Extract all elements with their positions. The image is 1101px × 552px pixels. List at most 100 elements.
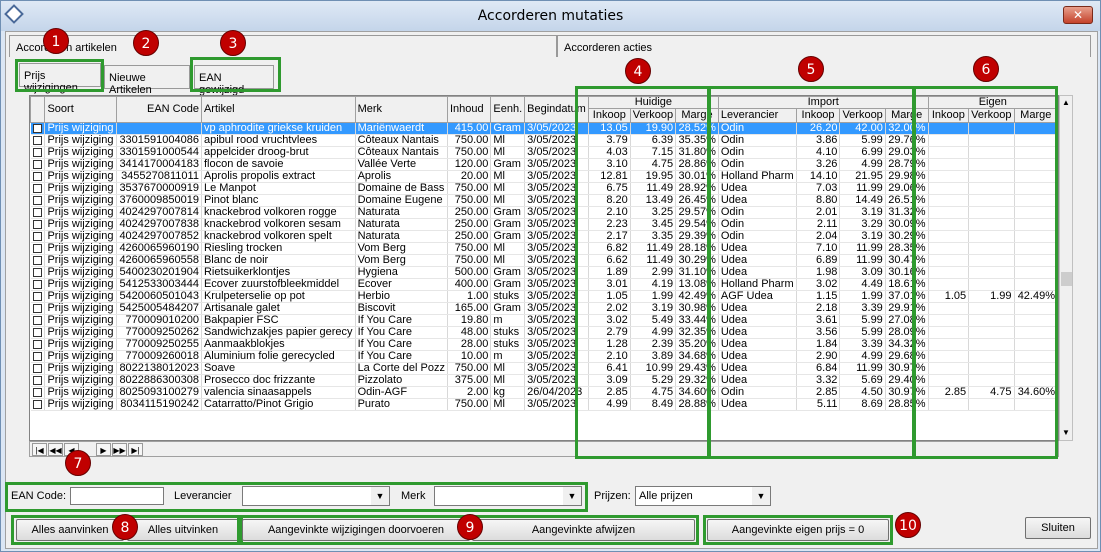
checkbox[interactable] <box>32 291 42 301</box>
highlight-box-5 <box>708 86 915 459</box>
table-cell: 1.00 <box>447 290 492 303</box>
badge-6: 6 <box>973 56 999 82</box>
col-artikel[interactable]: Artikel <box>200 96 356 123</box>
scroll-up-icon[interactable]: ▲ <box>1062 98 1070 107</box>
afwijzen-button[interactable]: Aangevinkte afwijzen <box>472 519 695 541</box>
col-eenheid[interactable]: Eenh. <box>490 96 526 123</box>
checkbox[interactable] <box>32 123 42 133</box>
row-checkbox[interactable] <box>30 278 46 291</box>
row-checkbox[interactable] <box>30 218 46 231</box>
table-cell: 20.00 <box>447 170 492 183</box>
tab-label: Accorderen acties <box>564 42 653 54</box>
row-checkbox[interactable] <box>30 242 46 255</box>
row-checkbox[interactable] <box>30 326 46 339</box>
prijzen-select[interactable]: Alle prijzen ▼ <box>635 486 771 506</box>
chevron-down-icon[interactable]: ▼ <box>752 487 770 505</box>
table-cell: 770009010200 <box>116 314 202 327</box>
checkbox[interactable] <box>32 159 42 169</box>
checkbox[interactable] <box>32 243 42 253</box>
row-checkbox[interactable] <box>30 386 46 399</box>
nav-prev-page-icon[interactable]: ◀◀ <box>48 443 63 456</box>
checkbox[interactable] <box>32 327 42 337</box>
checkbox[interactable] <box>32 219 42 229</box>
chevron-down-icon[interactable]: ▼ <box>371 487 389 505</box>
table-cell: flocon de savoie <box>201 158 356 171</box>
checkbox[interactable] <box>32 195 42 205</box>
row-checkbox[interactable] <box>30 122 46 135</box>
row-checkbox[interactable] <box>30 158 46 171</box>
table-cell: 8022138012023 <box>116 362 202 375</box>
row-checkbox[interactable] <box>30 182 46 195</box>
checkbox[interactable] <box>32 207 42 217</box>
row-checkbox[interactable] <box>30 290 46 303</box>
nav-next-icon[interactable]: ▶ <box>96 443 111 456</box>
merk-select[interactable]: ▼ <box>434 486 582 506</box>
nav-next-page-icon[interactable]: ▶▶ <box>112 443 127 456</box>
checkbox[interactable] <box>32 363 42 373</box>
nav-first-icon[interactable]: |◀ <box>32 443 47 456</box>
close-button[interactable]: ✕ <box>1063 6 1093 24</box>
checkbox[interactable] <box>32 375 42 385</box>
row-checkbox[interactable] <box>30 194 46 207</box>
checkbox[interactable] <box>32 231 42 241</box>
tab-accorderen-artikelen[interactable]: Accorderen artikelen <box>9 35 557 57</box>
checkbox[interactable] <box>32 171 42 181</box>
checkbox[interactable] <box>32 399 42 409</box>
tab-accorderen-acties[interactable]: Accorderen acties <box>557 35 1091 57</box>
badge-3: 3 <box>220 30 246 56</box>
table-cell: 750.00 <box>447 182 492 195</box>
wijzigingen-doorvoeren-button[interactable]: Aangevinkte wijzigingen doorvoeren <box>242 519 470 541</box>
checkbox[interactable] <box>32 135 42 145</box>
checkbox[interactable] <box>32 279 42 289</box>
eigen-prijs-nul-button[interactable]: Aangevinkte eigen prijs = 0 <box>707 519 889 541</box>
table-cell: Naturata <box>355 218 449 231</box>
checkbox[interactable] <box>32 255 42 265</box>
table-cell: Prijs wijziging <box>44 134 117 147</box>
row-checkbox[interactable] <box>30 206 46 219</box>
col-merk[interactable]: Merk <box>354 96 449 123</box>
sluiten-button[interactable]: Sluiten <box>1025 517 1091 539</box>
chevron-down-icon[interactable]: ▼ <box>563 487 581 505</box>
col-soort[interactable]: Soort <box>44 96 117 123</box>
table-cell: 3760009850019 <box>116 194 202 207</box>
highlight-box-1 <box>15 59 104 92</box>
alles-uitvinken-button[interactable]: Alles uitvinken <box>127 519 239 541</box>
checkbox[interactable] <box>32 339 42 349</box>
alles-aanvinken-button[interactable]: Alles aanvinken <box>16 519 124 541</box>
scroll-down-icon[interactable]: ▼ <box>1062 428 1070 437</box>
row-checkbox[interactable] <box>30 230 46 243</box>
checkbox[interactable] <box>32 303 42 313</box>
row-checkbox[interactable] <box>30 338 46 351</box>
leverancier-select[interactable]: ▼ <box>242 486 390 506</box>
nav-last-icon[interactable]: ▶| <box>128 443 143 456</box>
table-cell: 770009250255 <box>116 338 202 351</box>
table-cell: 120.00 <box>447 158 492 171</box>
checkbox[interactable] <box>32 147 42 157</box>
table-cell: Ml <box>490 146 526 159</box>
subtab-nieuwe-artikelen[interactable]: Nieuwe Artikelen <box>104 65 190 96</box>
scroll-thumb[interactable] <box>1061 272 1072 286</box>
row-checkbox[interactable] <box>30 350 46 363</box>
checkbox[interactable] <box>32 183 42 193</box>
row-checkbox[interactable] <box>30 170 46 183</box>
row-checkbox[interactable] <box>30 398 46 411</box>
ean-code-input[interactable] <box>70 487 164 505</box>
row-checkbox[interactable] <box>30 266 46 279</box>
row-checkbox[interactable] <box>30 134 46 147</box>
col-inhoud[interactable]: Inhoud <box>446 96 492 123</box>
table-cell: 3455270811011 <box>116 170 202 183</box>
col-ean-code[interactable]: EAN Code <box>115 96 202 123</box>
row-checkbox[interactable] <box>30 254 46 267</box>
row-checkbox[interactable] <box>30 362 46 375</box>
row-checkbox[interactable] <box>30 374 46 387</box>
row-checkbox[interactable] <box>30 302 46 315</box>
checkbox[interactable] <box>32 351 42 361</box>
grid-vertical-scrollbar[interactable]: ▲ ▼ <box>1059 95 1073 441</box>
row-checkbox[interactable] <box>30 146 46 159</box>
table-cell: Prijs wijziging <box>44 182 117 195</box>
row-checkbox[interactable] <box>30 314 46 327</box>
checkbox[interactable] <box>32 387 42 397</box>
table-cell: stuks <box>490 338 526 351</box>
checkbox[interactable] <box>32 315 42 325</box>
checkbox[interactable] <box>32 267 42 277</box>
